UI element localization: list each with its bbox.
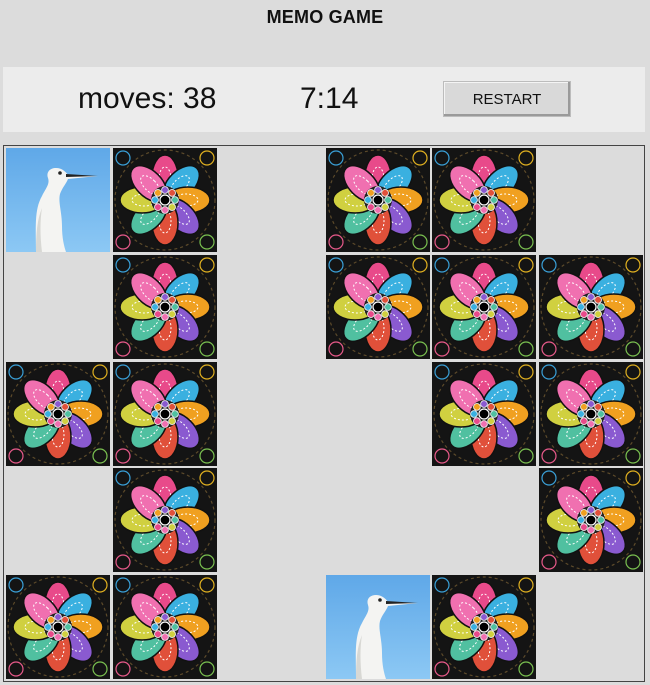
moves-label: moves: [78, 82, 175, 115]
card-face-down[interactable] [112, 254, 217, 359]
card-face-down[interactable] [539, 468, 643, 573]
restart-button[interactable]: RESTART [443, 81, 571, 117]
card-face-down[interactable] [539, 254, 643, 359]
card-face-down[interactable] [112, 148, 217, 252]
card-face-down[interactable] [539, 361, 643, 466]
mandala-flower-icon [112, 361, 217, 466]
card-face-down[interactable] [432, 148, 537, 252]
mandala-flower-icon [112, 148, 217, 252]
card-face-down[interactable] [112, 575, 217, 680]
mandala-flower-icon [432, 148, 537, 252]
mandala-flower-icon [432, 575, 537, 680]
mandala-flower-icon [432, 361, 537, 466]
card-face-down[interactable] [432, 361, 537, 466]
empty-slot [326, 468, 430, 572]
card-face-down[interactable] [325, 148, 430, 252]
card-face-down[interactable] [6, 575, 110, 680]
empty-slot [6, 255, 110, 359]
moves-value: 38 [183, 82, 217, 115]
mandala-flower-icon [432, 254, 537, 359]
mandala-flower-icon [539, 361, 643, 466]
mandala-flower-icon [325, 254, 430, 359]
mandala-flower-icon [6, 361, 110, 466]
score-bar: moves: 38 7:14 RESTART [3, 67, 645, 132]
empty-slot [219, 148, 323, 252]
empty-slot [219, 575, 323, 679]
empty-slot [6, 468, 110, 572]
mandala-flower-icon [6, 575, 110, 680]
card-face-down[interactable] [6, 361, 110, 466]
mandala-flower-icon [112, 468, 217, 573]
mandala-flower-icon [325, 148, 430, 252]
empty-slot [219, 255, 323, 359]
egret-bird-icon [6, 148, 110, 252]
mandala-flower-icon [539, 254, 643, 359]
mandala-flower-icon [112, 575, 217, 680]
card-face-down[interactable] [112, 361, 217, 466]
card-face-down[interactable] [325, 254, 430, 359]
mandala-flower-icon [539, 468, 643, 573]
empty-slot [539, 148, 643, 252]
card-face-down[interactable] [432, 575, 537, 680]
empty-slot [219, 362, 323, 466]
empty-slot [432, 468, 536, 572]
game-title: MEMO GAME [266, 7, 384, 27]
empty-slot [219, 468, 323, 572]
card-face-down[interactable] [112, 468, 217, 573]
card-revealed[interactable] [6, 148, 110, 252]
timer: 7:14 [300, 82, 359, 115]
game-board [3, 145, 645, 682]
card-face-down[interactable] [432, 254, 537, 359]
egret-bird-icon [325, 575, 430, 680]
mandala-flower-icon [112, 254, 217, 359]
empty-slot [326, 362, 430, 466]
empty-slot [539, 575, 643, 679]
card-revealed[interactable] [325, 575, 430, 680]
moves-counter: moves: 38 [78, 82, 216, 116]
